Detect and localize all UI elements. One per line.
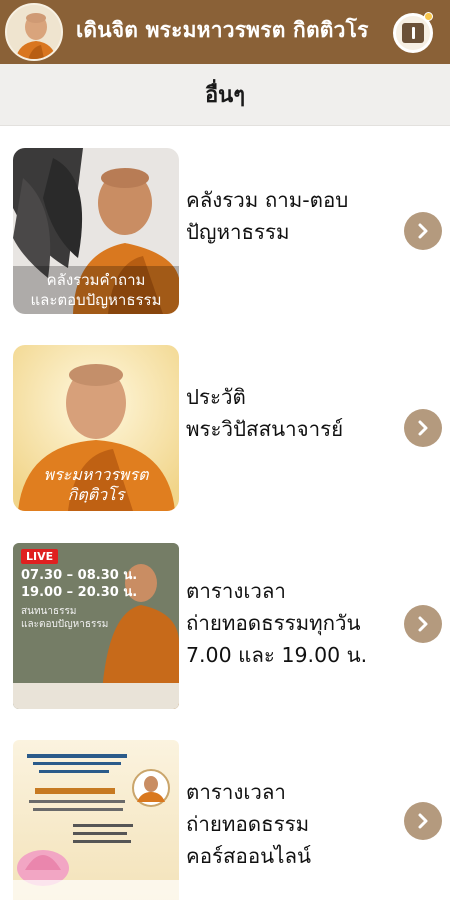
item-title: คลังรวม ถาม-ตอบ ปัญหาธรรม xyxy=(186,188,349,244)
list-item-live-schedule[interactable]: LIVE 07.30 – 08.30 น. 19.00 – 20.30 น. ส… xyxy=(0,543,450,715)
chevron-right-icon[interactable] xyxy=(404,802,442,840)
app-header: เดินจิต พระมหาวรพรต กิตติวโร xyxy=(0,0,450,64)
menu-icon xyxy=(402,23,424,43)
list-item-biography[interactable]: พระมหาวรพรต กิตฺติวโร ประวัติ พระวิปัสสน… xyxy=(0,345,450,517)
app-title: เดินจิต พระมหาวรพรต กิตติวโร xyxy=(76,18,369,42)
section-title: อื่นๆ xyxy=(204,83,246,108)
chevron-right-icon[interactable] xyxy=(404,605,442,643)
chevron-right-icon[interactable] xyxy=(404,409,442,447)
monk-leaf-thumbnail: คลังรวมคำถาม และตอบปัญหาธรรม xyxy=(13,148,179,314)
thumb-caption: พระมหาวรพรต กิตฺติวโร xyxy=(43,465,149,504)
broadcast-times: 07.30 – 08.30 น. 19.00 – 20.30 น. xyxy=(21,568,138,600)
item-title: ตารางเวลา ถ่ายทอดธรรม คอร์สออนไลน์ xyxy=(186,780,312,868)
live-badge: LIVE xyxy=(21,549,59,564)
thumb-caption: คลังรวมคำถาม และตอบปัญหาธรรม xyxy=(30,271,162,309)
list-item-online-course[interactable]: ตารางเวลา ถ่ายทอดธรรม คอร์สออนไลน์ xyxy=(0,740,450,900)
list-item-qa-archive[interactable]: คลังรวมคำถาม และตอบปัญหาธรรม คลังรวม ถาม… xyxy=(0,148,450,320)
section-header: อื่นๆ xyxy=(0,64,450,126)
item-title: ตารางเวลา ถ่ายทอดธรรมทุกวัน 7.00 และ 19.… xyxy=(186,579,368,667)
notification-dot xyxy=(424,12,433,21)
monk-avatar-icon xyxy=(5,3,63,61)
live-broadcast-thumbnail: LIVE 07.30 – 08.30 น. 19.00 – 20.30 น. ส… xyxy=(13,543,179,709)
item-title: ประวัติ พระวิปัสสนาจารย์ xyxy=(186,385,344,441)
online-course-poster-thumbnail xyxy=(13,740,179,900)
monk-portrait-thumbnail: พระมหาวรพรต กิตฺติวโร xyxy=(13,345,179,511)
menu-button[interactable] xyxy=(393,12,433,53)
chevron-right-icon[interactable] xyxy=(404,212,442,250)
broadcast-subtitle: สนทนาธรรม และตอบปัญหาธรรม xyxy=(21,606,109,630)
